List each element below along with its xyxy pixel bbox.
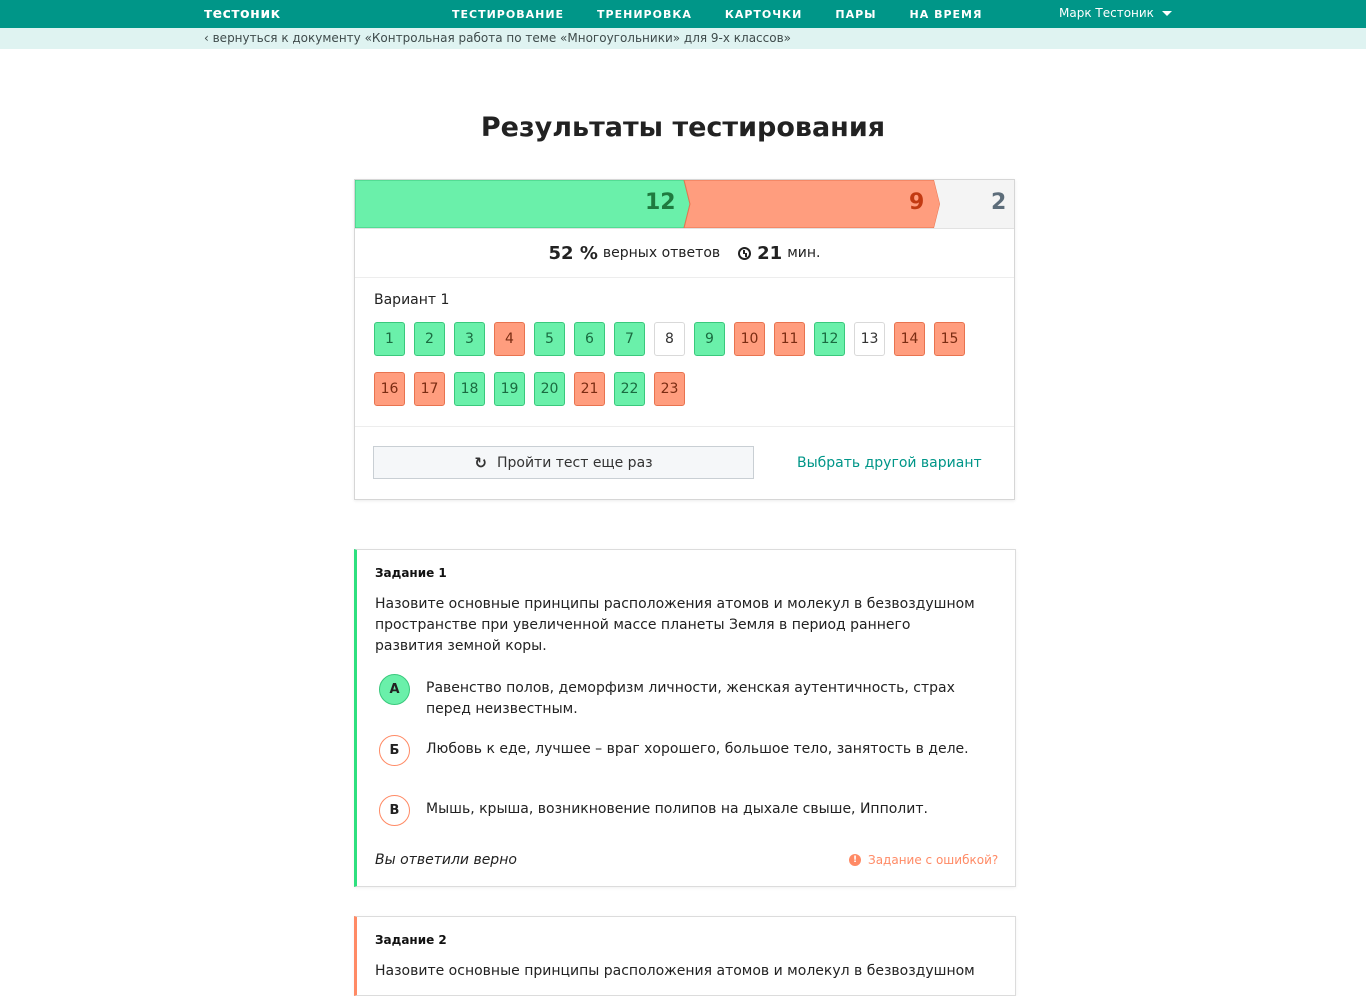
retry-label: Пройти тест еще раз	[496, 454, 653, 471]
correct-count: 12	[645, 190, 676, 215]
user-name: Марк Тестоник	[1059, 6, 1154, 20]
variant-title: Вариант 1	[374, 292, 450, 308]
chevron-down-icon	[1161, 10, 1172, 16]
option-text: Любовь к еде, лучшее – враг хорошего, бо…	[426, 741, 969, 757]
option-text: Мышь, крыша, возникновение полипов на ды…	[426, 801, 928, 817]
report-error-label: Задание с ошибкой?	[868, 853, 999, 867]
question-number-button[interactable]: 4	[494, 322, 525, 356]
nav-pairs[interactable]: ПАРЫ	[835, 8, 876, 21]
alert-icon: !	[849, 854, 861, 866]
nav-testing[interactable]: ТЕСТИРОВАНИЕ	[452, 8, 564, 21]
results-stats: 52 % верных ответов 21 мин.	[355, 228, 1014, 278]
task-card: Задание 1 Назовите основные принципы рас…	[354, 549, 1016, 887]
question-number-button[interactable]: 19	[494, 372, 525, 406]
question-number-button[interactable]: 13	[854, 322, 885, 356]
question-number-button[interactable]: 7	[614, 322, 645, 356]
wrong-segment	[683, 180, 941, 228]
percent-label: верных ответов	[602, 245, 721, 261]
results-progress-bar: 12 9 2	[355, 180, 1014, 228]
task-title: Задание 2	[375, 933, 447, 947]
skipped-count: 2	[991, 190, 1007, 215]
question-number-button[interactable]: 6	[574, 322, 605, 356]
correct-segment	[355, 180, 691, 228]
question-number-button[interactable]: 20	[534, 372, 565, 406]
task-card: Задание 2 Назовите основные принципы рас…	[354, 916, 1016, 996]
option-letter: Б	[379, 735, 410, 766]
question-number-button[interactable]: 22	[614, 372, 645, 406]
answer-verdict: Вы ответили верно	[375, 852, 517, 868]
question-number-button[interactable]: 15	[934, 322, 965, 356]
question-number-button[interactable]: 3	[454, 322, 485, 356]
choose-other-variant-link[interactable]: Выбрать другой вариант	[797, 455, 982, 471]
percent-value: 52 %	[548, 242, 598, 264]
nav-training[interactable]: ТРЕНИРОВКА	[597, 8, 692, 21]
results-actions: ↻ Пройти тест еще раз Выбрать другой вар…	[355, 426, 1014, 500]
task-question: Назовите основные принципы расположения …	[375, 963, 975, 979]
user-menu[interactable]: Марк Тестоник	[1059, 6, 1172, 20]
option-letter: В	[379, 795, 410, 826]
wrong-count: 9	[909, 190, 925, 215]
task-question: Назовите основные принципы расположения …	[375, 596, 975, 654]
question-number-button[interactable]: 18	[454, 372, 485, 406]
nav-timed[interactable]: НА ВРЕМЯ	[910, 8, 983, 21]
question-number-button[interactable]: 1	[374, 322, 405, 356]
clock-icon	[738, 246, 752, 260]
main-nav: ТЕСТИРОВАНИЕ ТРЕНИРОВКА КАРТОЧКИ ПАРЫ НА…	[452, 8, 1015, 21]
question-number-button[interactable]: 23	[654, 372, 685, 406]
logo[interactable]: тестоник	[204, 6, 281, 22]
top-navbar: тестоник ТЕСТИРОВАНИЕ ТРЕНИРОВКА КАРТОЧК…	[0, 0, 1366, 28]
results-card: 12 9 2 52 % верных ответов 21 мин. Вариа…	[354, 179, 1015, 500]
nav-cards[interactable]: КАРТОЧКИ	[725, 8, 803, 21]
page-title: Результаты тестирования	[480, 112, 886, 143]
refresh-icon: ↻	[474, 453, 487, 472]
question-number-button[interactable]: 11	[774, 322, 805, 356]
option-letter: А	[379, 674, 410, 705]
question-number-button[interactable]: 12	[814, 322, 845, 356]
retry-button[interactable]: ↻ Пройти тест еще раз	[373, 446, 754, 479]
question-number-button[interactable]: 9	[694, 322, 725, 356]
question-number-button[interactable]: 2	[414, 322, 445, 356]
task-title: Задание 1	[375, 566, 447, 580]
report-error-link[interactable]: ! Задание с ошибкой?	[849, 853, 998, 867]
back-to-document-link[interactable]: ‹ вернуться к документу «Контрольная раб…	[204, 31, 791, 45]
question-number-button[interactable]: 16	[374, 372, 405, 406]
question-number-button[interactable]: 17	[414, 372, 445, 406]
time-value: 21	[757, 242, 783, 264]
question-number-button[interactable]: 10	[734, 322, 765, 356]
question-number-button[interactable]: 8	[654, 322, 685, 356]
question-number-button[interactable]: 5	[534, 322, 565, 356]
breadcrumb-bar: ‹ вернуться к документу «Контрольная раб…	[0, 28, 1366, 49]
time-unit: мин.	[787, 245, 821, 261]
option-text: Равенство полов, деморфизм личности, жен…	[426, 680, 955, 717]
question-number-button[interactable]: 21	[574, 372, 605, 406]
question-number-button[interactable]: 14	[894, 322, 925, 356]
